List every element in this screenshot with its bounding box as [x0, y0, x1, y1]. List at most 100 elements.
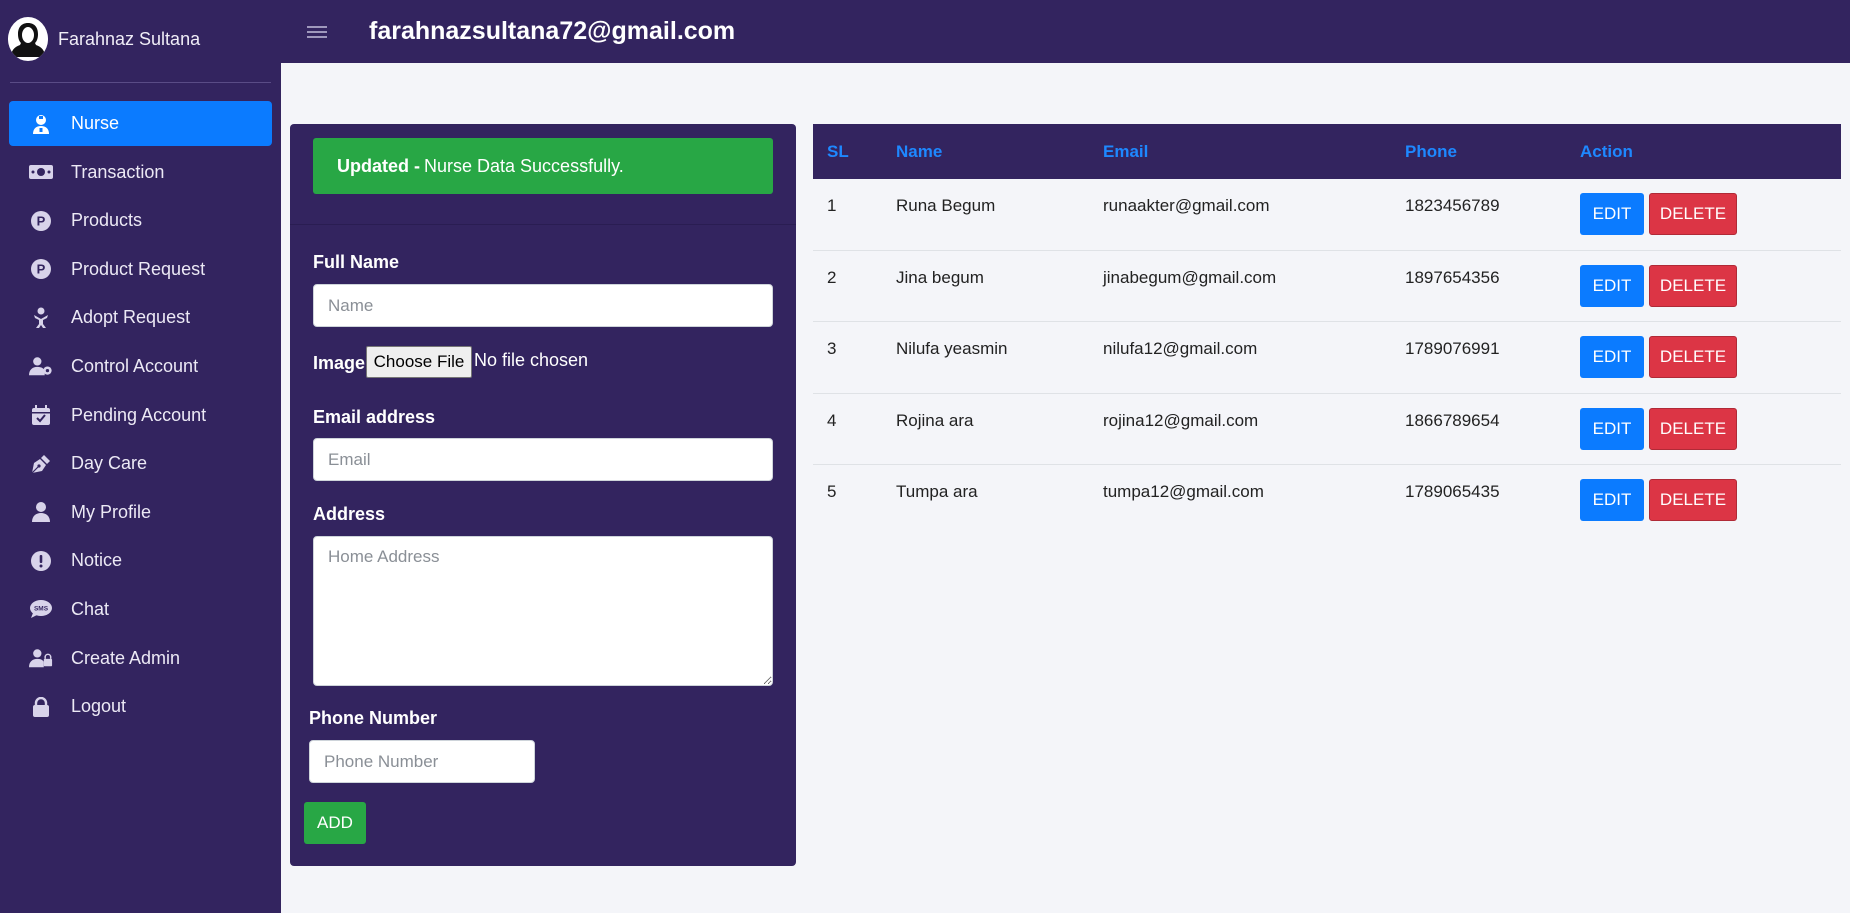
cell-name: Jina begum	[896, 267, 984, 287]
user-gear-icon	[29, 354, 53, 378]
money-icon	[29, 160, 53, 184]
cell-sl: 4	[827, 410, 837, 430]
cell-email: tumpa12@gmail.com	[1103, 482, 1264, 502]
page-title: farahnazsultana72@gmail.com	[369, 17, 736, 45]
sidebar-menu: Nurse Transaction P Products P Product R…	[9, 101, 272, 733]
sidebar-item-label: My Profile	[71, 501, 152, 522]
sidebar-item-create-admin[interactable]: Create Admin	[9, 636, 272, 681]
sidebar-item-label: Chat	[71, 598, 110, 619]
file-status-text: No file chosen	[474, 350, 589, 370]
sidebar-item-my-profile[interactable]: My Profile	[9, 490, 272, 535]
sidebar-item-logout[interactable]: Logout	[9, 684, 272, 729]
edit-button[interactable]: EDIT	[1580, 336, 1644, 379]
sidebar-item-pending-account[interactable]: Pending Account	[9, 393, 272, 438]
sidebar-item-adopt-request[interactable]: Adopt Request	[9, 295, 272, 340]
delete-button[interactable]: DELETE	[1649, 193, 1737, 236]
edit-button[interactable]: EDIT	[1580, 264, 1644, 307]
sidebar-item-label: Notice	[71, 550, 123, 571]
cell-actions: EDIT DELETE	[1580, 264, 1841, 307]
svg-text:SMS: SMS	[34, 606, 49, 613]
table-row: 3 Nilufa yeasmin nilufa12@gmail.com 1789…	[813, 322, 1841, 394]
image-label: Image	[313, 353, 366, 373]
delete-button[interactable]: DELETE	[1649, 479, 1737, 522]
lock-icon	[29, 695, 53, 719]
sidebar-item-label: Pending Account	[71, 404, 207, 425]
cell-email: rojina12@gmail.com	[1103, 410, 1259, 430]
cell-email: jinabegum@gmail.com	[1103, 267, 1277, 287]
exclamation-circle-icon	[29, 549, 53, 573]
sidebar-item-label: Control Account	[71, 355, 199, 376]
cell-name: Nilufa yeasmin	[896, 339, 1008, 359]
svg-text:P: P	[37, 262, 46, 277]
sidebar-item-label: Create Admin	[71, 647, 181, 668]
sidebar-divider	[10, 82, 271, 83]
user-silhouette-icon	[8, 19, 48, 59]
sidebar-item-notice[interactable]: Notice	[9, 538, 272, 583]
avatar[interactable]	[8, 17, 48, 61]
sidebar-item-day-care[interactable]: Day Care	[9, 441, 272, 486]
cell-sl: 3	[827, 339, 837, 359]
sidebar-item-products[interactable]: P Products	[9, 198, 272, 243]
cell-sl: 5	[827, 482, 837, 502]
sidebar-item-label: Product Request	[71, 258, 206, 279]
table-row: 5 Tumpa ara tumpa12@gmail.com 1789065435…	[813, 465, 1841, 536]
add-button[interactable]: ADD	[304, 802, 366, 844]
user-name: Farahnaz Sultana	[58, 28, 201, 49]
cell-actions: EDIT DELETE	[1580, 336, 1841, 379]
edit-button[interactable]: EDIT	[1580, 479, 1644, 522]
column-header-action: Action	[1580, 141, 1633, 161]
cell-email: nilufa12@gmail.com	[1103, 339, 1258, 359]
sidebar-item-label: Adopt Request	[71, 307, 191, 328]
user-lock-icon	[29, 646, 53, 670]
sms-icon: SMS	[29, 597, 53, 621]
name-input[interactable]	[313, 284, 773, 327]
topbar: farahnazsultana72@gmail.com	[281, 0, 1850, 63]
sidebar-item-label: Transaction	[71, 161, 165, 182]
edit-button[interactable]: EDIT	[1580, 193, 1644, 236]
cell-name: Tumpa ara	[896, 482, 978, 502]
address-label: Address	[313, 504, 386, 524]
full-name-label: Full Name	[313, 252, 400, 272]
sidebar-item-label: Day Care	[71, 453, 148, 474]
table-row: 2 Jina begum jinabegum@gmail.com 1897654…	[813, 251, 1841, 322]
column-header-name: Name	[896, 141, 943, 161]
sidebar-item-label: Logout	[71, 696, 127, 717]
phone-input[interactable]	[309, 740, 535, 783]
cell-name: Runa Begum	[896, 196, 996, 216]
table-header: SL Name Email Phone Action	[813, 124, 1841, 179]
cell-actions: EDIT DELETE	[1580, 407, 1841, 450]
sidebar-item-label: Products	[71, 210, 143, 231]
phone-label: Phone Number	[309, 708, 438, 728]
sidebar-item-nurse[interactable]: Nurse	[9, 101, 272, 146]
sidebar-item-control-account[interactable]: Control Account	[9, 344, 272, 389]
email-field[interactable]	[313, 438, 773, 481]
cell-actions: EDIT DELETE	[1580, 193, 1841, 236]
delete-button[interactable]: DELETE	[1649, 264, 1737, 307]
calendar-check-icon	[29, 403, 53, 427]
alert-strong-text: Updated -	[337, 155, 420, 176]
address-textarea[interactable]	[313, 536, 773, 686]
cell-phone: 1866789654	[1405, 410, 1500, 430]
cell-actions: EDIT DELETE	[1580, 479, 1841, 522]
cell-email: runaakter@gmail.com	[1103, 196, 1270, 216]
delete-button[interactable]: DELETE	[1649, 336, 1737, 379]
hamburger-menu-icon[interactable]	[307, 25, 327, 38]
cell-phone: 1789065435	[1405, 482, 1500, 502]
delete-button[interactable]: DELETE	[1649, 407, 1737, 450]
table-row: 4 Rojina ara rojina12@gmail.com 18667896…	[813, 394, 1841, 465]
nurse-table: SL Name Email Phone Action 1 Runa Begum …	[813, 124, 1841, 536]
sidebar-item-chat[interactable]: SMS Chat	[9, 587, 272, 632]
panel-divider	[290, 224, 796, 225]
sidebar-item-product-request[interactable]: P Product Request	[9, 247, 272, 292]
cell-phone: 1823456789	[1405, 196, 1500, 216]
sidebar-item-transaction[interactable]: Transaction	[9, 150, 272, 195]
choose-file-button[interactable]: Choose File	[366, 346, 472, 378]
pen-nib-icon	[29, 452, 53, 476]
edit-button[interactable]: EDIT	[1580, 407, 1644, 450]
alert-text: Nurse Data Successfully.	[424, 155, 624, 176]
product-p-icon: P	[29, 209, 53, 233]
cell-name: Rojina ara	[896, 410, 974, 430]
cell-phone: 1897654356	[1405, 267, 1500, 287]
cell-sl: 2	[827, 267, 837, 287]
nurse-form-panel: Updated - Nurse Data Successfully. Full …	[290, 124, 796, 866]
